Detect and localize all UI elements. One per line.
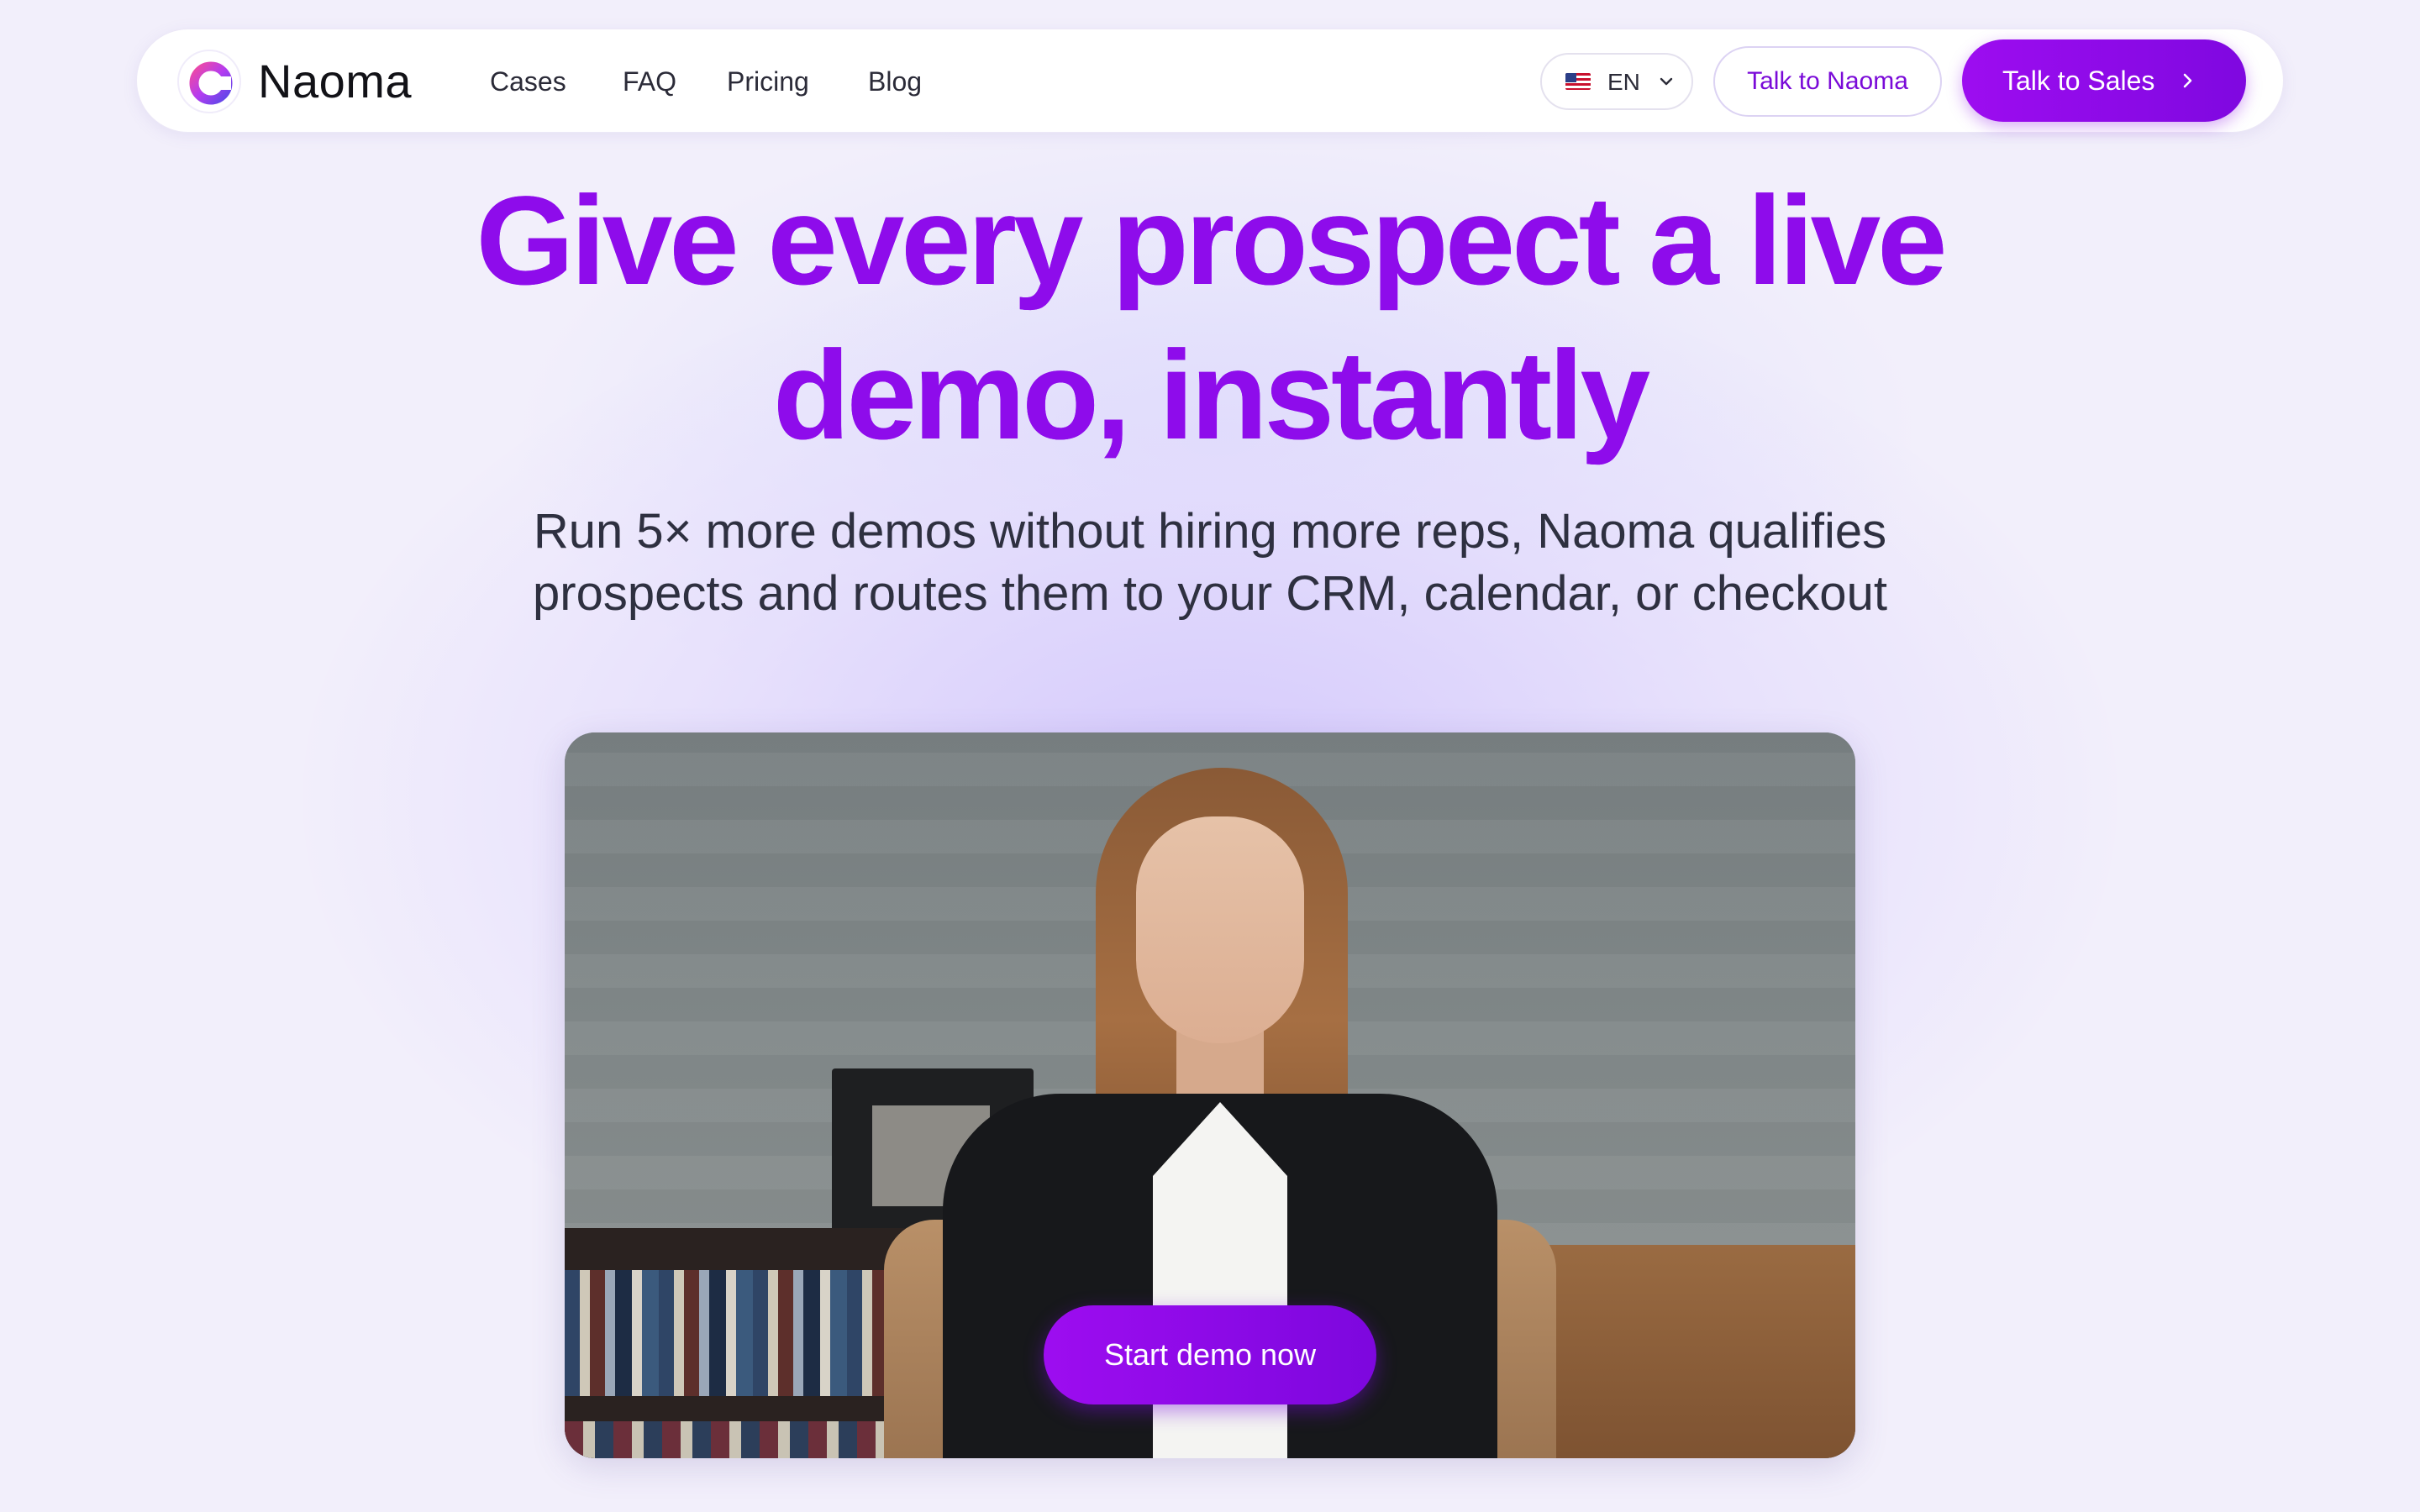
talk-to-sales-button[interactable]: Talk to Sales <box>1962 39 2246 122</box>
presenter-face <box>1136 816 1304 1043</box>
language-label: EN <box>1607 69 1640 95</box>
nav-link-blog[interactable]: Blog <box>868 63 922 100</box>
books-lower <box>565 1421 934 1458</box>
talk-to-sales-label: Talk to Sales <box>2002 66 2155 96</box>
nav-link-faq[interactable]: FAQ <box>623 63 676 100</box>
chevron-down-icon <box>1660 77 1673 86</box>
talk-to-naoma-button[interactable]: Talk to Naoma <box>1713 46 1942 117</box>
naoma-logo-icon[interactable] <box>177 50 241 113</box>
chevron-right-icon <box>2183 73 2192 88</box>
hero-title-line-2: demo, instantly <box>772 324 1650 465</box>
brand-name[interactable]: Naoma <box>258 55 412 108</box>
demo-video-player[interactable]: Start demo now <box>565 732 1855 1458</box>
start-demo-button[interactable]: Start demo now <box>1044 1305 1376 1404</box>
hero-subtitle: Run 5× more demos without hiring more re… <box>370 501 2050 625</box>
hero-title: Give every prospect a live demo, instant… <box>202 163 2218 472</box>
books <box>565 1270 934 1396</box>
hero-title-line-1: Give every prospect a live <box>476 170 1947 311</box>
hero-subtitle-line-1: Run 5× more demos without hiring more re… <box>533 504 1887 559</box>
nav-link-cases[interactable]: Cases <box>490 63 566 100</box>
hero-subtitle-line-2: prospects and routes them to your CRM, c… <box>533 566 1887 621</box>
language-selector[interactable]: EN <box>1540 53 1693 110</box>
presenter-shirt <box>1153 1102 1287 1458</box>
sofa <box>1519 1245 1855 1458</box>
nav-link-pricing[interactable]: Pricing <box>727 63 809 100</box>
us-flag-icon <box>1565 73 1591 90</box>
navbar: Naoma Cases FAQ Pricing Blog EN Talk to … <box>136 29 2284 133</box>
